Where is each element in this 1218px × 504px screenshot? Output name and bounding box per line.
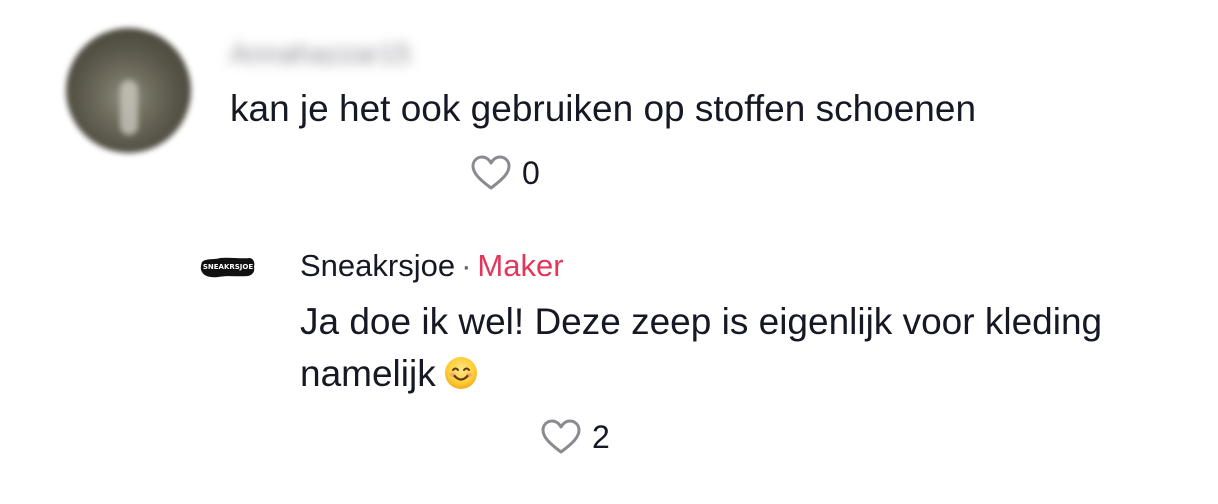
comment-like-button[interactable]: 0: [470, 154, 540, 192]
heart-outline-icon: [540, 418, 582, 456]
reply-like-count: 2: [592, 418, 610, 455]
comment-like-count: 0: [522, 154, 540, 191]
separator-dot: ·: [461, 248, 472, 283]
comment-username[interactable]: Annahazzar15: [230, 38, 411, 70]
comment-text: kan je het ook gebruiken op stoffen scho…: [230, 88, 977, 129]
reply-text-block: Ja doe ik wel! Deze zeep is eigenlijk vo…: [300, 296, 1212, 400]
smiling-face-icon: [444, 356, 478, 390]
creator-badge: Maker: [477, 248, 564, 283]
reply-text: Ja doe ik wel! Deze zeep is eigenlijk vo…: [300, 301, 1103, 394]
reply-username[interactable]: Sneakrsjoe: [300, 248, 455, 283]
reply-avatar-text: SNEAKRSJOE: [203, 263, 254, 271]
avatar-figure: [120, 80, 138, 135]
reply-header: Sneakrsjoe · Maker: [300, 246, 564, 286]
reply-avatar-logo[interactable]: SNEAKRSJOE: [200, 255, 256, 279]
heart-outline-icon: [470, 154, 512, 192]
avatar[interactable]: [66, 28, 191, 153]
reply-like-button[interactable]: 2: [540, 418, 610, 456]
